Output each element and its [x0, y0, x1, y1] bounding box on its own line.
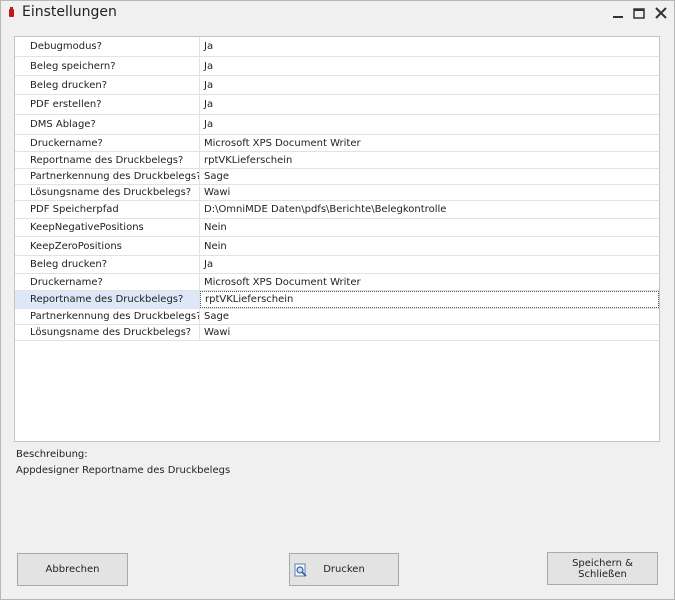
property-name[interactable]: Beleg drucken? [15, 256, 200, 273]
property-name[interactable]: PDF erstellen? [15, 95, 200, 114]
minimize-icon [613, 16, 623, 18]
property-name[interactable]: Lösungsname des Druckbelegs? [15, 185, 200, 200]
cancel-button-label: Abbrechen [45, 564, 100, 575]
property-name[interactable]: Druckername? [15, 274, 200, 290]
save-close-button-label: Speichern & Schließen [572, 557, 633, 580]
property-name[interactable]: DMS Ablage? [15, 115, 200, 134]
property-value[interactable]: Ja [200, 57, 659, 75]
property-name[interactable]: Lösungsname des Druckbelegs? [15, 325, 200, 340]
property-value[interactable]: Microsoft XPS Document Writer [200, 274, 659, 290]
property-row[interactable]: PDF erstellen? Ja [15, 95, 659, 115]
cancel-button[interactable]: Abbrechen [17, 553, 128, 586]
property-row[interactable]: PDF Speicherpfad D:\OmniMDE Daten\pdfs\Be… [15, 201, 659, 219]
description-text: Appdesigner Reportname des Druckbelegs [16, 465, 231, 476]
property-name[interactable]: Druckername? [15, 135, 200, 151]
property-row[interactable]: Debugmodus? Ja [15, 37, 659, 57]
property-value[interactable]: Ja [200, 115, 659, 134]
close-button[interactable] [651, 3, 671, 23]
property-name[interactable]: Reportname des Druckbelegs? [15, 152, 200, 168]
property-name[interactable]: KeepNegativePositions [15, 219, 200, 236]
property-value[interactable]: Ja [200, 95, 659, 114]
property-value[interactable]: Sage [200, 169, 659, 184]
property-name[interactable]: Debugmodus? [15, 37, 200, 56]
property-row[interactable]: DMS Ablage? Ja [15, 115, 659, 135]
property-row[interactable]: Beleg drucken? Ja [15, 256, 659, 274]
description-label: Beschreibung: [16, 449, 88, 460]
property-value[interactable]: D:\OmniMDE Daten\pdfs\Berichte\Belegkont… [200, 201, 659, 218]
property-grid[interactable]: Debugmodus? Ja Beleg speichern? Ja Beleg dru… [14, 36, 660, 442]
title-bar[interactable]: Einstellungen [1, 1, 674, 25]
property-value[interactable]: Ja [200, 37, 659, 56]
property-row[interactable]: KeepNegativePositions Nein [15, 219, 659, 237]
property-row[interactable]: KeepZeroPositions Nein [15, 237, 659, 256]
maximize-button[interactable] [629, 3, 649, 23]
property-value[interactable]: Wawi [200, 185, 659, 200]
window-title: Einstellungen [22, 4, 117, 20]
close-icon [655, 7, 667, 19]
property-row[interactable]: Lösungsname des Druckbelegs? Wawi [15, 185, 659, 201]
property-value[interactable]: Ja [200, 256, 659, 273]
property-name[interactable]: KeepZeroPositions [15, 237, 200, 255]
print-button-label: Drucken [323, 564, 365, 575]
property-row[interactable]: Reportname des Druckbelegs? rptVKLiefersc… [15, 291, 659, 309]
print-preview-icon [294, 563, 307, 577]
property-row[interactable]: Partnerkennung des Druckbelegs? Sage [15, 309, 659, 325]
property-value[interactable]: Nein [200, 237, 659, 255]
property-row[interactable]: Beleg speichern? Ja [15, 57, 659, 76]
property-value[interactable]: rptVKLieferschein [200, 291, 659, 308]
property-value[interactable]: Microsoft XPS Document Writer [200, 135, 659, 151]
property-row[interactable]: Druckername? Microsoft XPS Document Write… [15, 274, 659, 291]
property-value[interactable]: Nein [200, 219, 659, 236]
property-value[interactable]: Sage [200, 309, 659, 324]
app-icon [9, 7, 14, 17]
property-row[interactable]: Beleg drucken? Ja [15, 76, 659, 95]
minimize-button[interactable] [608, 3, 628, 23]
settings-window: Einstellungen Debugmodus? Ja Beleg speiche… [0, 0, 675, 600]
property-name[interactable]: Partnerkennung des Druckbelegs? [15, 169, 200, 184]
property-row[interactable]: Partnerkennung des Druckbelegs? Sage [15, 169, 659, 185]
property-name[interactable]: PDF Speicherpfad [15, 201, 200, 218]
print-button[interactable]: Drucken [289, 553, 399, 586]
property-name[interactable]: Beleg drucken? [15, 76, 200, 94]
property-value[interactable]: rptVKLieferschein [200, 152, 659, 168]
save-close-button[interactable]: Speichern & Schließen [547, 552, 658, 585]
property-row[interactable]: Lösungsname des Druckbelegs? Wawi [15, 325, 659, 341]
property-row[interactable]: Druckername? Microsoft XPS Document Write… [15, 135, 659, 152]
property-name[interactable]: Partnerkennung des Druckbelegs? [15, 309, 200, 324]
maximize-icon [633, 8, 645, 19]
property-name[interactable]: Beleg speichern? [15, 57, 200, 75]
property-value[interactable]: Ja [200, 76, 659, 94]
property-value[interactable]: Wawi [200, 325, 659, 340]
property-row[interactable]: Reportname des Druckbelegs? rptVKLiefersc… [15, 152, 659, 169]
property-name[interactable]: Reportname des Druckbelegs? [15, 291, 200, 308]
